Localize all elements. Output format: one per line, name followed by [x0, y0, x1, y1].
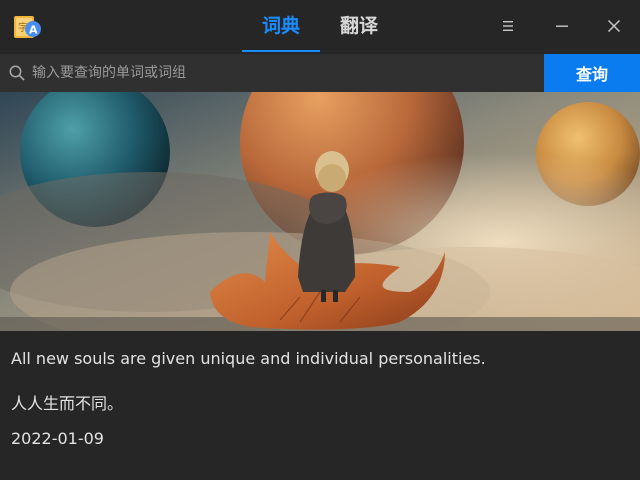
search-icon	[9, 65, 25, 81]
daily-illustration	[0, 92, 640, 331]
minimize-button[interactable]	[546, 10, 578, 42]
menu-button[interactable]	[492, 10, 524, 42]
daily-image	[0, 92, 640, 331]
quote-chinese: 人人生而不同。	[11, 394, 124, 413]
tab-translate[interactable]: 翻译	[340, 12, 378, 40]
close-button[interactable]	[598, 10, 630, 42]
menu-icon	[503, 21, 513, 31]
tab-dictionary[interactable]: 词典	[262, 12, 300, 40]
title-bar: 字 A 词典 翻译	[0, 0, 640, 53]
active-tab-indicator	[242, 50, 320, 52]
minimize-icon	[556, 25, 568, 27]
quote-english: All new souls are given unique and indiv…	[11, 349, 486, 368]
svg-text:A: A	[29, 24, 38, 37]
close-icon	[607, 19, 621, 33]
quote-date: 2022-01-09	[11, 429, 104, 448]
search-input[interactable]	[32, 58, 536, 88]
dictionary-app-logo-icon: 字 A	[14, 16, 41, 38]
daily-quote-panel: All new souls are given unique and indiv…	[0, 331, 640, 480]
search-button[interactable]: 查询	[544, 54, 640, 92]
